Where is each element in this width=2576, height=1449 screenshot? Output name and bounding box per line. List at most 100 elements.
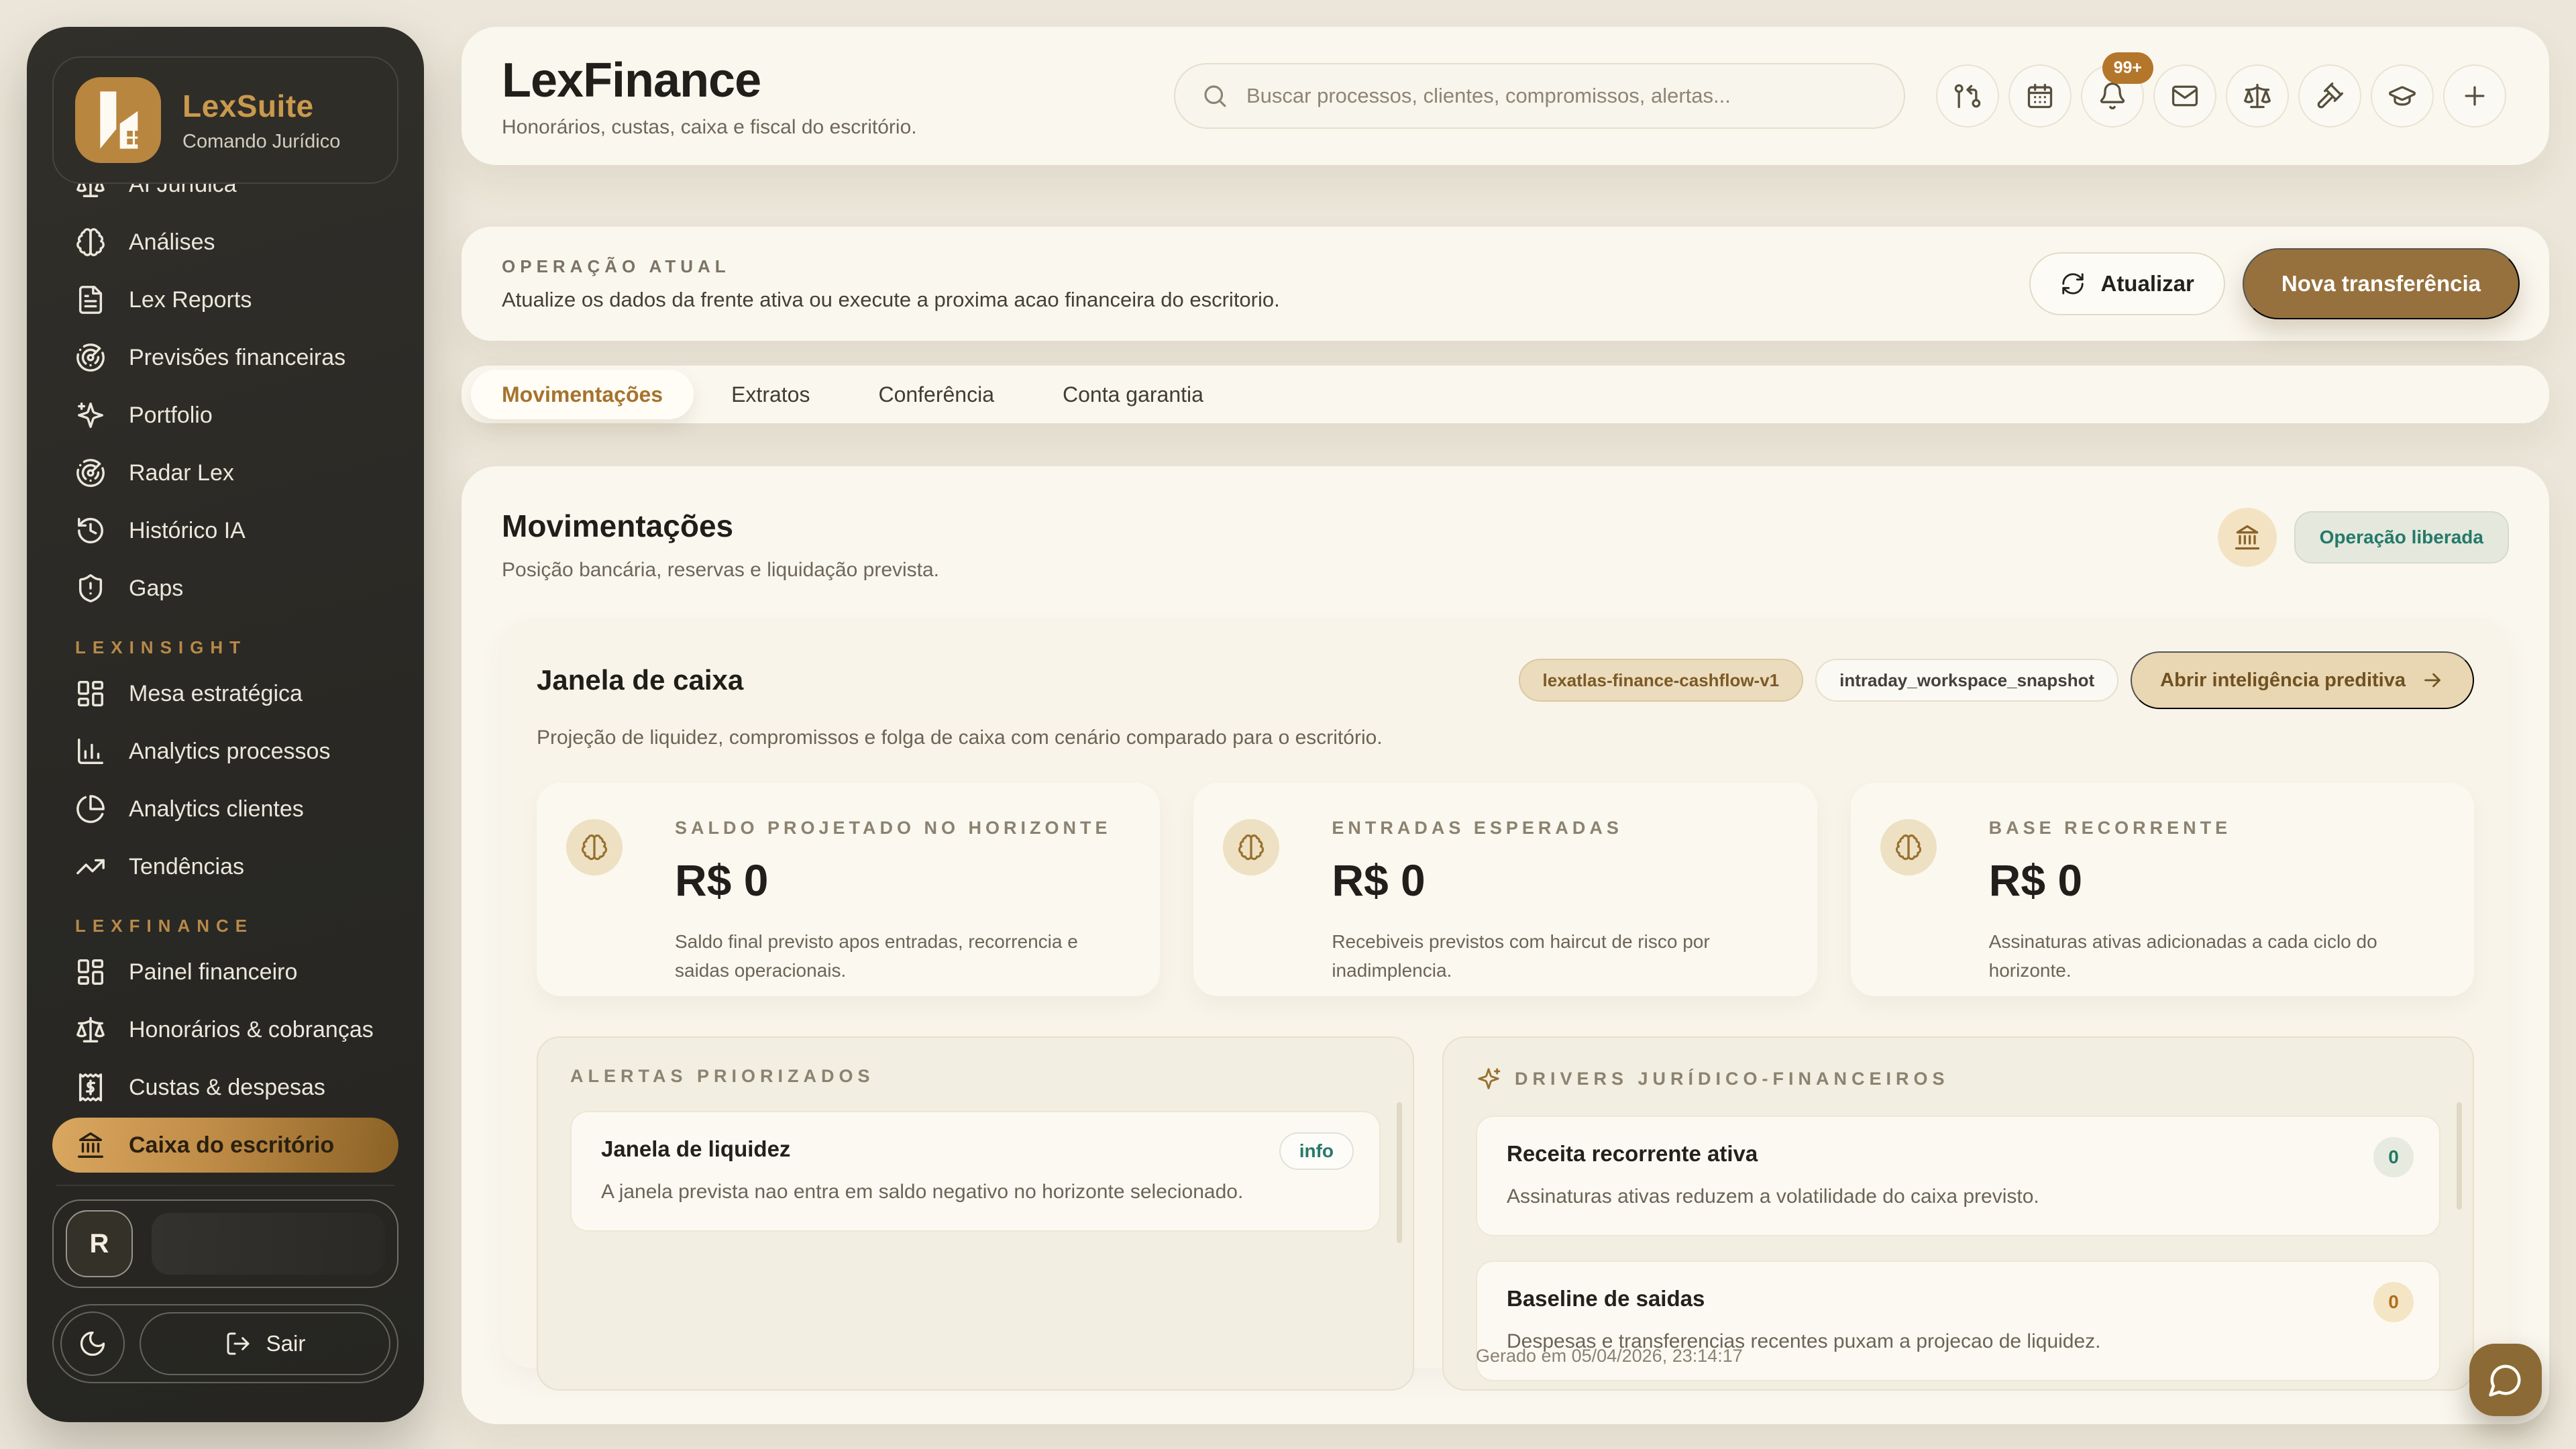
metric-saldo-projetado: SALDO PROJETADO NO HORIZONTE R$ 0 Saldo … [537,783,1160,996]
driver-title: Receita recorrente ativa [1507,1141,2410,1167]
alerts-panel-title: ALERTAS PRIORIZADOS [570,1066,1381,1087]
metric-label: BASE RECORRENTE [1989,818,2442,839]
user-name-redacted [152,1213,385,1275]
tab-extratos[interactable]: Extratos [700,373,841,416]
scales-icon [75,1014,106,1045]
alert-title: Janela de liquidez [601,1136,1350,1162]
receipt-icon [75,1072,106,1103]
sidebar-item-historico-ia[interactable]: Histórico IA [52,503,398,558]
layout-grid-icon [75,678,106,709]
calendar-icon [2025,81,2055,111]
page-subtitle: Honorários, custas, caixa e fiscal do es… [502,116,917,139]
scrollbar-thumb[interactable] [2457,1102,2462,1210]
notification-badge: 99+ [2102,52,2153,84]
bank-icon [75,1130,106,1161]
sidebar-item-radar-lex[interactable]: Radar Lex [52,445,398,500]
refresh-icon [2060,271,2086,297]
avatar: R [66,1210,133,1277]
sidebar-nav: AI Jurídica Análises Lex Reports Previsõ… [52,157,398,1173]
bank-badge [2218,508,2277,567]
legal-balance-button[interactable] [2226,64,2289,127]
history-icon [75,515,106,546]
sidebar-item-mesa-estrategica[interactable]: Mesa estratégica [52,666,398,721]
tab-movimentacoes[interactable]: Movimentações [471,370,694,419]
sidebar-item-honorarios-cobrancas[interactable]: Honorários & cobranças [52,1002,398,1057]
brand-subtitle: Comando Jurídico [182,131,340,153]
sidebar-item-gaps[interactable]: Gaps [52,561,398,616]
brand-name: LexSuite [182,88,340,124]
pie-chart-icon [75,794,106,824]
brain-icon [75,227,106,258]
sidebar-item-portfolio[interactable]: Portfolio [52,388,398,443]
prioritized-alerts-panel: ALERTAS PRIORIZADOS Janela de liquidez i… [537,1036,1414,1391]
operation-description: Atualize os dados da frente ativa ou exe… [502,288,1280,312]
metric-description: Assinaturas ativas adicionadas a cada ci… [1989,927,2442,985]
calendar-button[interactable] [2008,64,2072,127]
add-button[interactable] [2443,64,2506,127]
new-transfer-button[interactable]: Nova transferência [2243,248,2520,319]
open-predictive-intelligence-button[interactable]: Abrir inteligência preditiva [2131,651,2474,709]
notifications-button[interactable]: 99+ [2081,64,2144,127]
mail-button[interactable] [2153,64,2216,127]
bar-chart-icon [75,736,106,767]
brain-circuit-icon [1880,819,1937,875]
brain-circuit-icon [566,819,623,875]
education-button[interactable] [2371,64,2434,127]
tab-conta-garantia[interactable]: Conta garantia [1032,373,1234,416]
operation-text: OPERAÇÃO ATUAL Atualize os dados da fren… [502,256,1280,312]
main-content: LexFinance Honorários, custas, caixa e f… [462,27,2549,1424]
page-title: LexFinance [502,53,917,108]
panel-header: Movimentações Posição bancária, reservas… [502,508,2509,582]
sidebar-item-analytics-clientes[interactable]: Analytics clientes [52,782,398,837]
tab-bar: Movimentações Extratos Conferência Conta… [462,366,2549,423]
brain-circuit-icon [1223,819,1279,875]
scales-icon [2243,81,2272,111]
severity-badge: info [1279,1132,1354,1170]
cash-window-title: Janela de caixa [537,664,743,696]
chat-bubble-icon [2487,1362,2524,1398]
gavel-button[interactable] [2298,64,2361,127]
operation-label: OPERAÇÃO ATUAL [502,256,1280,277]
sidebar-item-tendencias[interactable]: Tendências [52,839,398,894]
metric-value: R$ 0 [1332,855,1784,906]
logout-button[interactable]: Sair [140,1312,390,1375]
user-card[interactable]: R [52,1199,398,1288]
metric-label: SALDO PROJETADO NO HORIZONTE [675,818,1128,839]
alert-item[interactable]: Janela de liquidez info A janela previst… [570,1111,1381,1232]
gavel-icon [2315,81,2345,111]
sidebar-section-lexfinance: LEXFINANCE [75,916,376,936]
scrollbar-thumb[interactable] [1397,1102,1402,1243]
mail-icon [2170,81,2200,111]
sidebar-section-lexinsight: LEXINSIGHT [75,637,376,658]
shield-alert-icon [75,573,106,604]
sidebar-item-custas-despesas[interactable]: Custas & despesas [52,1060,398,1115]
driver-item[interactable]: Receita recorrente ativa 0 Assinaturas a… [1476,1116,2440,1236]
sidebar-item-painel-financeiro[interactable]: Painel financeiro [52,945,398,1000]
sidebar-divider [56,1185,394,1186]
driver-description: Assinaturas ativas reduzem a volatilidad… [1507,1185,2410,1208]
workflow-button[interactable] [1936,64,1999,127]
refresh-button[interactable]: Atualizar [2029,252,2224,315]
sidebar-item-lex-reports[interactable]: Lex Reports [52,272,398,327]
driver-title: Baseline de saidas [1507,1286,2410,1311]
cash-window-card: Janela de caixa lexatlas-finance-cashflo… [502,618,2509,1368]
chat-fab-button[interactable] [2469,1344,2542,1416]
sparkle-icon [1476,1066,1501,1091]
sidebar-item-analytics-processos[interactable]: Analytics processos [52,724,398,779]
dark-mode-toggle[interactable] [60,1311,125,1376]
sidebar-item-analises[interactable]: Análises [52,215,398,270]
sidebar: LexSuite Comando Jurídico AI Jurídica An… [27,27,424,1422]
arrow-right-icon [2420,668,2445,692]
cash-window-subtitle: Projeção de liquidez, compromissos e fol… [537,727,2474,749]
metric-value: R$ 0 [1989,855,2442,906]
section-subtitle: Posição bancária, reservas e liquidação … [502,559,939,582]
search-input[interactable] [1246,84,1878,108]
title-block: LexFinance Honorários, custas, caixa e f… [502,53,917,139]
movimentacoes-panel: Movimentações Posição bancária, reservas… [462,466,2549,1424]
driver-count-badge: 0 [2373,1137,2414,1177]
alert-description: A janela prevista nao entra em saldo neg… [601,1181,1350,1203]
sidebar-item-previsoes-financeiras[interactable]: Previsões financeiras [52,330,398,385]
tab-conferencia[interactable]: Conferência [847,373,1025,416]
sidebar-item-caixa-do-escritorio[interactable]: Caixa do escritório [52,1118,398,1173]
global-search[interactable] [1174,63,1905,129]
